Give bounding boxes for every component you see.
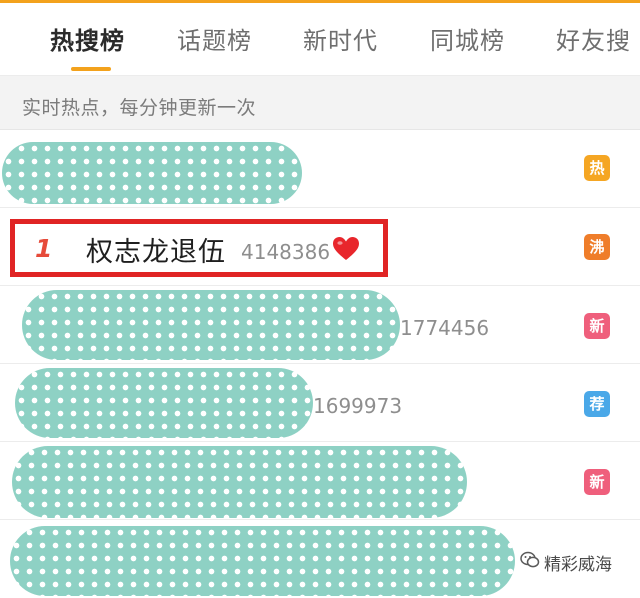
hot-list-item[interactable]: 1774456 新 [0, 286, 640, 364]
search-count: 1774456 [400, 316, 490, 340]
watermark-label: 精彩威海 [544, 555, 612, 575]
new-badge: 新 [584, 469, 610, 495]
hot-list-item[interactable]: 新 [0, 442, 640, 520]
subheader-text: 实时热点，每分钟更新一次 [22, 97, 257, 119]
redaction-mask [10, 526, 515, 596]
tab-new-era[interactable]: 新时代 [303, 21, 378, 56]
active-tab-indicator [71, 67, 111, 71]
hot-badge: 热 [584, 155, 610, 181]
search-count: 1699973 [313, 394, 403, 418]
redaction-mask [15, 368, 313, 438]
hot-list-item[interactable]: 1699973 荐 [0, 364, 640, 442]
new-badge: 新 [584, 313, 610, 339]
rank-number: 1 [35, 234, 53, 263]
heart-icon [333, 237, 359, 260]
wechat-icon [520, 551, 540, 568]
redaction-mask [22, 290, 400, 360]
search-count: 4148386 [241, 240, 331, 264]
recommended-badge: 荐 [584, 391, 610, 417]
tab-local[interactable]: 同城榜 [430, 21, 505, 56]
redaction-mask [12, 446, 467, 518]
tab-friends[interactable]: 好友搜 [556, 21, 631, 56]
redaction-mask [2, 142, 302, 204]
source-watermark: 精彩威海 [520, 550, 612, 575]
tab-topics[interactable]: 话题榜 [177, 21, 252, 56]
list-subheader: 实时热点，每分钟更新一次 [0, 76, 640, 130]
tab-hot-search[interactable]: 热搜榜 [50, 21, 125, 56]
boiling-badge: 沸 [584, 234, 610, 260]
hot-item-title[interactable]: 权志龙退伍 [86, 230, 226, 269]
hot-list-item[interactable]: 热 [0, 130, 640, 208]
ranking-tab-bar: 热搜榜 话题榜 新时代 同城榜 好友搜 [0, 3, 640, 76]
